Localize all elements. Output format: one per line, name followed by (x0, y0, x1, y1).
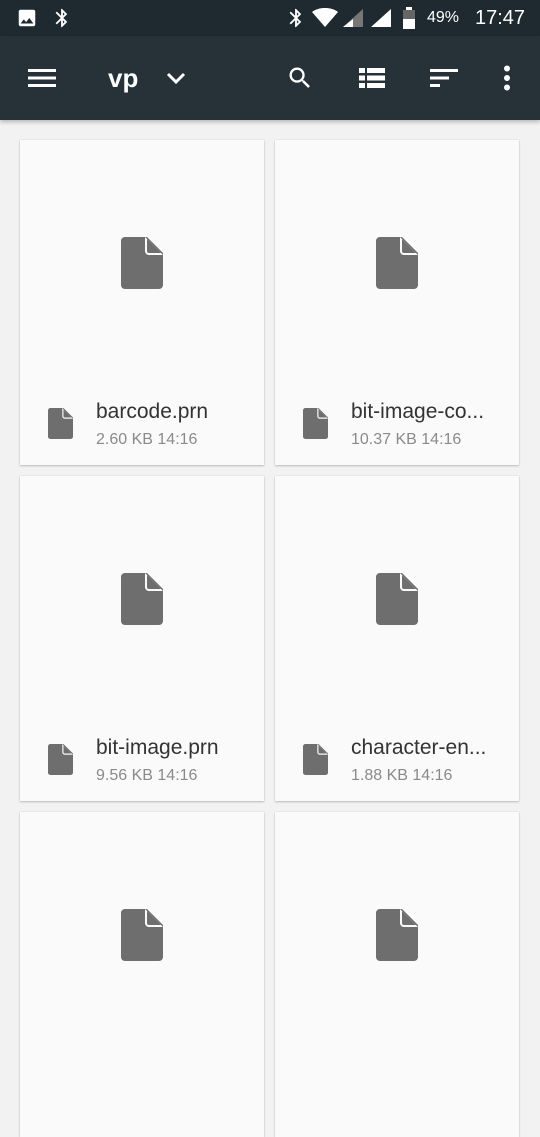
file-time: 14:16 (157, 767, 198, 784)
file-size: 9.56 KB (96, 767, 153, 784)
file-type-icon (48, 408, 73, 444)
file-time: 14:16 (412, 767, 453, 784)
file-meta: 1.88 KB 14:16 (351, 767, 452, 785)
file-thumbnail-icon (376, 909, 418, 966)
file-meta: 2.60 KB 14:16 (96, 431, 197, 449)
status-bar: 49% 17:47 (0, 0, 540, 36)
file-name: bit-image-co... (351, 400, 485, 423)
file-thumbnail-icon (376, 573, 418, 630)
search-icon[interactable] (276, 54, 324, 102)
folder-title[interactable]: vp (108, 54, 138, 102)
sort-icon[interactable] (420, 54, 468, 102)
file-card[interactable]: character-en... 1.88 KB 14:16 (275, 476, 519, 801)
list-view-icon[interactable] (348, 54, 396, 102)
file-time: 14:16 (157, 431, 198, 448)
file-meta: 10.37 KB 14:16 (351, 431, 461, 449)
file-name: barcode.prn (96, 400, 209, 423)
bluetooth-icon (285, 0, 307, 36)
wifi-icon (312, 0, 338, 36)
battery-icon (401, 0, 417, 36)
file-thumbnail-icon (376, 237, 418, 294)
file-type-icon (48, 744, 73, 780)
file-thumbnail-icon (121, 573, 163, 630)
file-thumbnail-icon (121, 237, 163, 294)
file-type-icon (303, 408, 328, 444)
gallery-notification-icon (16, 0, 38, 36)
file-card[interactable] (275, 812, 519, 1137)
file-type-icon (303, 744, 328, 780)
dropdown-chevron-icon[interactable] (152, 54, 200, 102)
file-name: bit-image.prn (96, 736, 219, 759)
bluetooth-icon (51, 0, 73, 36)
file-card[interactable]: bit-image.prn 9.56 KB 14:16 (20, 476, 264, 801)
file-card[interactable]: barcode.prn 2.60 KB 14:16 (20, 140, 264, 465)
file-meta: 9.56 KB 14:16 (96, 767, 197, 785)
battery-percent: 49% (427, 9, 460, 26)
file-card[interactable]: bit-image-co... 10.37 KB 14:16 (275, 140, 519, 465)
file-size: 1.88 KB (351, 767, 408, 784)
signal-icon (341, 0, 365, 36)
file-thumbnail-icon (121, 909, 163, 966)
signal-icon (369, 0, 393, 36)
menu-icon[interactable] (18, 54, 66, 102)
more-vert-icon[interactable] (483, 54, 531, 102)
file-size: 2.60 KB (96, 431, 153, 448)
clock: 17:47 (475, 7, 526, 29)
file-grid: barcode.prn 2.60 KB 14:16 bit-image-co..… (20, 140, 520, 1137)
file-card[interactable] (20, 812, 264, 1137)
file-size: 10.37 KB (351, 431, 417, 448)
app-toolbar: vp (0, 36, 540, 120)
file-time: 14:16 (421, 431, 462, 448)
file-name: character-en... (351, 736, 487, 759)
